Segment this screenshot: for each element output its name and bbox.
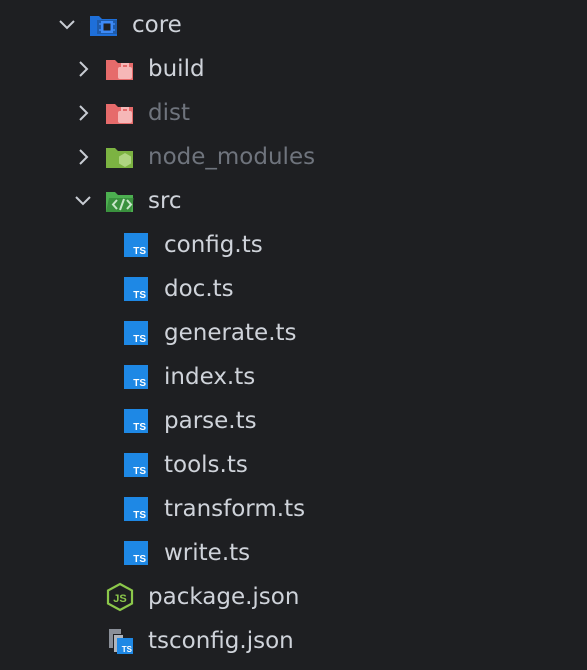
svg-text:TS: TS xyxy=(133,378,146,389)
tree-item-file[interactable]: JS package.json xyxy=(0,575,587,619)
tree-item-label: tsconfig.json xyxy=(148,628,294,654)
chevron-down-icon[interactable] xyxy=(72,190,94,212)
chevron-right-icon[interactable] xyxy=(72,146,94,168)
svg-text:TS: TS xyxy=(133,422,146,433)
tree-item-label: index.ts xyxy=(164,364,256,390)
tree-item-file[interactable]: TS tsconfig.json xyxy=(0,619,587,663)
tree-item-label: build xyxy=(148,56,205,82)
tree-item-label: write.ts xyxy=(164,540,251,566)
typescript-icon: TS xyxy=(121,450,151,480)
tree-item-label: parse.ts xyxy=(164,408,257,434)
tree-item-file[interactable]: TS generate.ts xyxy=(0,311,587,355)
typescript-icon: TS xyxy=(121,230,151,260)
folder-src-open-icon xyxy=(105,186,135,216)
nodejs-icon: JS xyxy=(105,582,135,612)
tree-item-label: node_modules xyxy=(148,144,316,170)
tree-item-file[interactable]: TS doc.ts xyxy=(0,267,587,311)
typescript-icon: TS xyxy=(121,494,151,524)
svg-text:TS: TS xyxy=(133,290,146,301)
typescript-icon: TS xyxy=(121,362,151,392)
tree-item-file[interactable]: TS config.ts xyxy=(0,223,587,267)
svg-text:JS: JS xyxy=(113,593,126,605)
tree-item-label: core xyxy=(132,12,182,38)
tree-item-label: dist xyxy=(148,100,190,126)
folder-build-icon xyxy=(105,54,135,84)
svg-text:TS: TS xyxy=(133,554,146,565)
chevron-right-icon[interactable] xyxy=(72,102,94,124)
tree-item-label: package.json xyxy=(148,584,300,610)
tree-item-file[interactable]: TS index.ts xyxy=(0,355,587,399)
tree-item-file[interactable]: TS write.ts xyxy=(0,531,587,575)
tree-item-file[interactable]: TS parse.ts xyxy=(0,399,587,443)
folder-open-icon xyxy=(89,10,119,40)
folder-dist-icon xyxy=(105,98,135,128)
tree-item-node-modules[interactable]: node_modules xyxy=(0,135,587,179)
tree-item-src[interactable]: src xyxy=(0,179,587,223)
tree-item-label: config.ts xyxy=(164,232,263,258)
typescript-icon: TS xyxy=(121,406,151,436)
tree-item-build[interactable]: build xyxy=(0,47,587,91)
tree-item-label: transform.ts xyxy=(164,496,306,522)
chevron-right-icon[interactable] xyxy=(72,58,94,80)
typescript-icon: TS xyxy=(121,318,151,348)
tree-item-label: doc.ts xyxy=(164,276,234,302)
file-explorer-tree: core build dist node_modules src TS conf… xyxy=(0,0,587,670)
tsconfig-icon: TS xyxy=(105,626,135,656)
folder-node-icon xyxy=(105,142,135,172)
svg-text:TS: TS xyxy=(133,246,146,257)
tree-item-label: generate.ts xyxy=(164,320,297,346)
typescript-icon: TS xyxy=(121,538,151,568)
tree-item-label: tools.ts xyxy=(164,452,248,478)
tree-item-core[interactable]: core xyxy=(0,3,587,47)
svg-text:TS: TS xyxy=(133,510,146,521)
typescript-icon: TS xyxy=(121,274,151,304)
chevron-down-icon[interactable] xyxy=(56,14,78,36)
tree-item-label: src xyxy=(148,188,182,214)
svg-text:TS: TS xyxy=(133,334,146,345)
svg-text:TS: TS xyxy=(133,466,146,477)
tree-item-dist[interactable]: dist xyxy=(0,91,587,135)
tree-item-file[interactable]: TS tools.ts xyxy=(0,443,587,487)
tree-item-file[interactable]: TS transform.ts xyxy=(0,487,587,531)
svg-text:TS: TS xyxy=(122,645,133,654)
